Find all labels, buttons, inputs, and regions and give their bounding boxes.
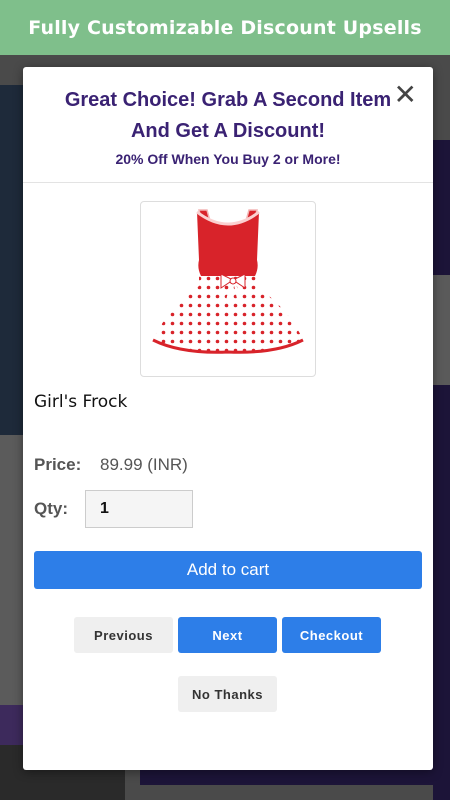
next-button[interactable]: Next [178, 617, 277, 653]
quantity-label: Qty: [34, 499, 68, 518]
previous-button[interactable]: Previous [74, 617, 173, 653]
add-to-cart-button[interactable]: Add to cart [34, 551, 422, 589]
background-sidebar [433, 140, 450, 800]
checkout-button[interactable]: Checkout [282, 617, 381, 653]
price-value: 89.99 (INR) [99, 455, 188, 474]
background-panel-right [433, 275, 450, 385]
background-strip [0, 705, 23, 745]
product-image[interactable] [140, 201, 316, 377]
girls-frock-image [152, 209, 304, 354]
modal-subheadline: 20% Off When You Buy 2 or More! [115, 151, 341, 167]
background-panel [0, 435, 23, 705]
upsell-modal: ✕ Great Choice! Grab A Second Item And G… [23, 67, 433, 770]
product-name: Girl's Frock [34, 392, 128, 412]
background-photo [0, 85, 23, 435]
price-label: Price: [34, 455, 82, 474]
quantity-input[interactable] [85, 490, 193, 528]
promo-banner: Fully Customizable Discount Upsells [0, 0, 450, 55]
modal-headline: Great Choice! Grab A Second Item And Get… [64, 89, 392, 142]
no-thanks-row: No Thanks [178, 676, 277, 712]
navigation-buttons: Previous Next Checkout [74, 617, 381, 653]
modal-header: Great Choice! Grab A Second Item And Get… [23, 67, 433, 167]
close-icon[interactable]: ✕ [394, 81, 417, 109]
price-row: Price: 89.99 (INR) [34, 455, 188, 475]
no-thanks-button[interactable]: No Thanks [178, 676, 277, 712]
quantity-row: Qty: [34, 490, 193, 528]
header-divider [23, 182, 433, 183]
